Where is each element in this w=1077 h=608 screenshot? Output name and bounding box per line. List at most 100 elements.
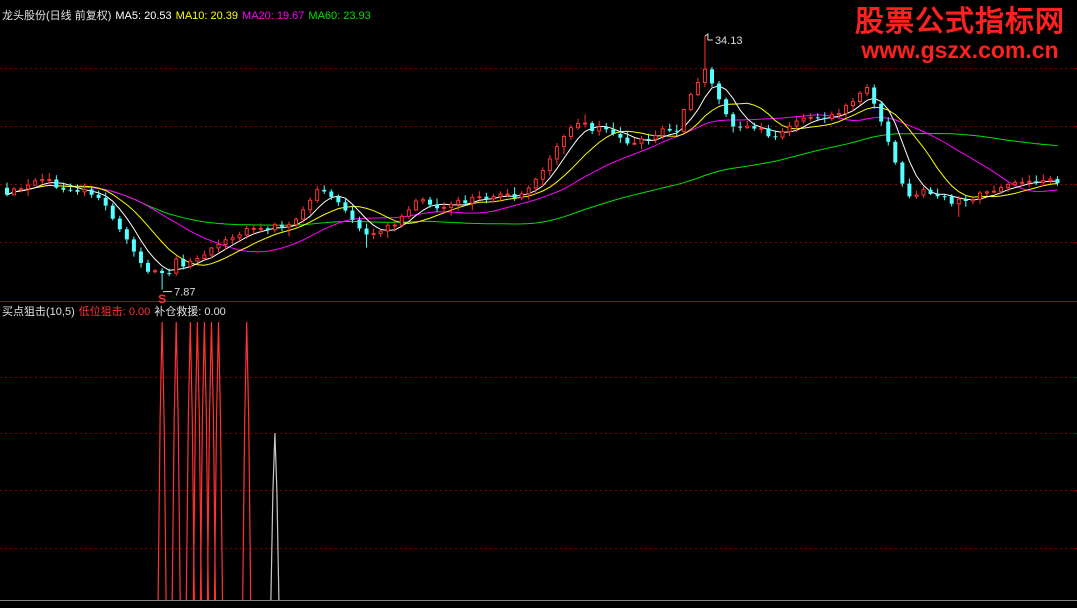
candle	[406, 206, 411, 220]
candle	[695, 77, 700, 97]
candle-body	[1034, 181, 1039, 183]
candle-body	[301, 209, 306, 220]
candle	[900, 160, 905, 187]
candle-body	[794, 120, 799, 127]
candle-body	[435, 204, 440, 209]
candle-body	[75, 189, 80, 192]
candle-body	[724, 99, 729, 115]
symbol-title: 龙头股份(日线 前复权)	[2, 10, 112, 22]
candle-body	[413, 200, 418, 211]
candle	[639, 136, 644, 150]
candle-body	[463, 200, 468, 204]
candle-body	[576, 122, 581, 129]
candle	[378, 229, 383, 238]
candle-body	[364, 228, 369, 235]
candle	[498, 191, 503, 202]
candle-body	[935, 193, 940, 197]
candle	[272, 222, 277, 233]
candle	[449, 201, 454, 216]
candle-body	[907, 183, 912, 197]
candle	[921, 186, 926, 198]
low-snipe-bar	[157, 321, 167, 601]
candle-body	[1041, 180, 1046, 184]
candle	[667, 123, 672, 133]
high-price-label: 34.13	[715, 35, 743, 47]
candle	[435, 198, 440, 213]
candle	[124, 226, 129, 244]
candle-body	[47, 179, 52, 182]
candle-body	[117, 218, 122, 230]
candle-body	[237, 234, 242, 239]
candle-body	[660, 128, 665, 137]
candle	[223, 236, 228, 250]
candle	[984, 190, 989, 197]
watermark-url: www.gszx.com.cn	[861, 37, 1059, 63]
candle	[131, 236, 136, 257]
candle	[554, 143, 559, 165]
candle	[829, 111, 834, 121]
candle-body	[279, 224, 284, 227]
candle	[681, 109, 686, 133]
candle	[632, 138, 637, 146]
candle	[1013, 179, 1018, 187]
indicator-name: 买点狙击(10,5)	[2, 306, 75, 318]
candle-body	[216, 244, 221, 249]
candle	[526, 185, 531, 200]
ma5-line	[6, 85, 1058, 271]
candle-body	[583, 122, 588, 125]
low-snipe-bar	[192, 321, 202, 601]
candle-body	[822, 117, 827, 119]
candle-body	[357, 219, 362, 229]
candle-body	[385, 224, 390, 232]
moving-average-lines	[6, 85, 1058, 271]
watermark: 股票公式指标网 www.gszx.com.cn	[855, 4, 1065, 62]
candle	[865, 84, 870, 97]
candle-body	[371, 232, 376, 235]
candle-body	[202, 254, 207, 260]
indicator-header: 买点狙击(10,5) 低位狙击: 0.00 补仓救援: 0.00	[2, 305, 230, 319]
candle-body	[540, 170, 545, 180]
candle	[181, 254, 186, 270]
candle-body	[695, 81, 700, 96]
candle-body	[33, 180, 38, 186]
candle-body	[336, 196, 341, 203]
candle-body	[984, 191, 989, 194]
candle-body	[999, 187, 1004, 192]
candle	[893, 140, 898, 165]
low-snipe-bar	[242, 321, 252, 601]
kline-chart[interactable]: 34.13 7.87 S	[0, 0, 1077, 608]
candle-body	[646, 138, 651, 140]
candle-body	[963, 199, 968, 201]
candle-body	[498, 193, 503, 198]
candle	[688, 92, 693, 112]
candle	[153, 269, 158, 274]
candle-body	[138, 251, 143, 263]
candle	[540, 167, 545, 186]
candle	[40, 173, 45, 184]
candle-body	[597, 126, 602, 132]
candle-body	[569, 127, 573, 137]
candle	[787, 121, 792, 137]
candle	[970, 197, 975, 205]
candle-body	[470, 196, 475, 204]
candle-body	[956, 198, 961, 205]
candle-body	[195, 258, 200, 262]
candle	[717, 80, 722, 105]
candle	[413, 198, 418, 212]
candle-body	[491, 196, 496, 200]
candle	[477, 191, 482, 201]
candle	[1027, 175, 1032, 188]
candle-body	[96, 194, 101, 198]
candle-body	[681, 109, 686, 132]
candle	[907, 178, 912, 199]
candle-body	[456, 199, 461, 205]
candle-body	[308, 199, 313, 211]
candle	[942, 194, 947, 201]
candle-body	[738, 126, 743, 128]
sell-signal-marker: S	[158, 292, 166, 306]
candle	[992, 185, 996, 194]
candle-body	[865, 87, 870, 94]
candle-body	[505, 193, 510, 196]
candle	[547, 155, 552, 176]
candle-body	[547, 158, 552, 172]
